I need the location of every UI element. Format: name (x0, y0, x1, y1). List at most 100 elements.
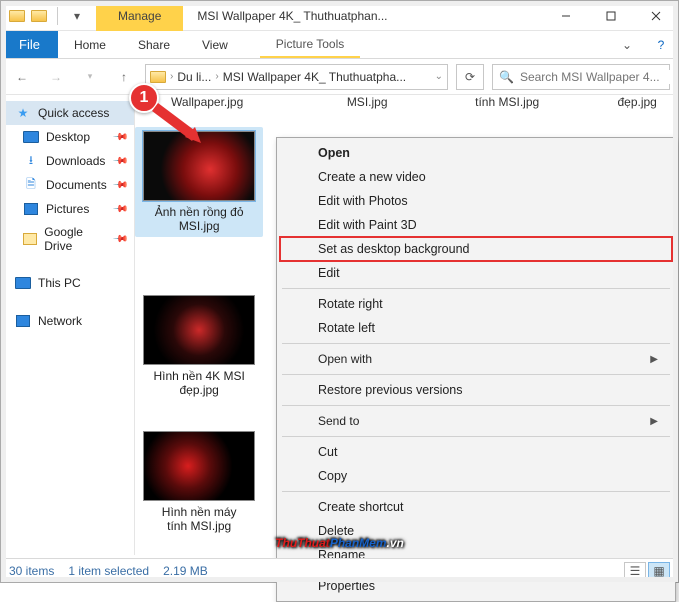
context-menu-create-shortcut[interactable]: Create shortcut (280, 495, 672, 519)
view-thumbnails-button[interactable]: ▦ (648, 562, 670, 580)
contextual-tab-header: Manage (96, 1, 183, 31)
file-label: Ảnh nền rồng đỏ MSI.jpg (139, 205, 259, 233)
ribbon-expand-icon[interactable]: ⌄ (610, 31, 644, 58)
chevron-right-icon: ▶ (650, 354, 658, 365)
sidebar-item-documents[interactable]: 🗎 Documents 📌 (1, 173, 134, 197)
context-menu-edit[interactable]: Edit (280, 261, 672, 285)
context-menu-send-to[interactable]: Send to▶ (280, 409, 672, 433)
address-bar[interactable]: › Du li... › MSI Wallpaper 4K_ Thuthuatp… (145, 64, 448, 90)
context-menu-separator (282, 405, 670, 406)
sidebar-item-label: This PC (38, 276, 81, 290)
pin-icon: 📌 (112, 177, 129, 194)
sidebar-quick-access[interactable]: ★ Quick access (1, 101, 134, 125)
file-thumbnail (143, 295, 255, 365)
tab-share[interactable]: Share (122, 31, 186, 58)
sidebar-item-network[interactable]: Network (1, 309, 134, 333)
status-selection-count: 1 item selected (68, 564, 149, 578)
downloads-icon: ⭳ (23, 153, 39, 169)
pin-icon: 📌 (112, 129, 129, 146)
sidebar-item-this-pc[interactable]: This PC (1, 271, 134, 295)
address-bar-row: ← → ▾ ↑ › Du li... › MSI Wallpaper 4K_ T… (1, 59, 678, 95)
context-menu-separator (282, 436, 670, 437)
file-item[interactable]: Hình nền máy tính MSI.jpg (135, 431, 263, 533)
chevron-right-icon: ▶ (650, 416, 658, 427)
minimize-button[interactable] (543, 1, 588, 31)
this-pc-icon (15, 277, 31, 289)
chevron-right-icon[interactable]: › (215, 71, 218, 82)
sidebar-item-label: Google Drive (44, 225, 106, 253)
search-icon: 🔍 (499, 70, 514, 84)
context-menu-restore-versions[interactable]: Restore previous versions (280, 378, 672, 402)
context-menu-edit-paint3d[interactable]: Edit with Paint 3D (280, 213, 672, 237)
context-menu-open-with[interactable]: Open with▶ (280, 347, 672, 371)
ribbon: File Home Share View Picture Tools ⌄ ? (1, 31, 678, 59)
pin-icon: 📌 (112, 201, 129, 218)
folder-icon (31, 10, 47, 22)
context-menu-copy[interactable]: Copy (280, 464, 672, 488)
context-menu-create-video[interactable]: Create a new video (280, 165, 672, 189)
sidebar-item-google-drive[interactable]: Google Drive 📌 (1, 221, 134, 257)
sidebar-item-label: Pictures (46, 202, 89, 216)
breadcrumb[interactable]: MSI Wallpaper 4K_ Thuthuatpha... (223, 70, 406, 84)
quick-access-toolbar: ▾ (1, 7, 86, 25)
sidebar-item-label: Desktop (46, 130, 90, 144)
file-label[interactable]: tính MSI.jpg (447, 95, 567, 109)
context-menu-separator (282, 288, 670, 289)
chevron-right-icon[interactable]: › (170, 71, 173, 82)
refresh-button[interactable]: ⟳ (456, 64, 484, 90)
window-title: MSI Wallpaper 4K_ Thuthuatphan... (183, 9, 543, 23)
status-selection-size: 2.19 MB (163, 564, 208, 578)
navigation-pane: ★ Quick access Desktop 📌 ⭳ Downloads 📌 🗎… (1, 95, 135, 555)
annotation-arrow (149, 101, 209, 151)
qat-dropdown-icon[interactable]: ▾ (68, 7, 86, 25)
sidebar-item-label: Quick access (38, 106, 109, 120)
tab-view[interactable]: View (186, 31, 244, 58)
nav-up-button[interactable]: ↑ (111, 64, 137, 90)
file-label[interactable]: đẹp.jpg (577, 95, 679, 109)
file-label: Hình nền 4K MSI đẹp.jpg (139, 369, 259, 397)
chevron-down-icon[interactable]: ⌄ (435, 71, 443, 82)
search-input[interactable] (520, 70, 675, 84)
folder-icon (150, 71, 166, 83)
tab-home[interactable]: Home (58, 31, 122, 58)
file-item[interactable]: Hình nền 4K MSI đẹp.jpg (135, 295, 263, 397)
pictures-icon (24, 203, 38, 215)
breadcrumb[interactable]: Du li... (177, 70, 211, 84)
file-row-labels: Wallpaper.jpg MSI.jpg tính MSI.jpg đẹp.j… (141, 95, 679, 113)
context-menu-rotate-right[interactable]: Rotate right (280, 292, 672, 316)
watermark: ThuThuatPhanMem.vn (275, 523, 404, 554)
file-label[interactable]: MSI.jpg (307, 95, 427, 109)
context-menu-open[interactable]: Open (280, 141, 672, 165)
sidebar-item-label: Downloads (46, 154, 105, 168)
documents-icon: 🗎 (23, 177, 39, 193)
context-menu-cut[interactable]: Cut (280, 440, 672, 464)
nav-forward-button[interactable]: → (43, 64, 69, 90)
network-icon (16, 315, 30, 327)
sidebar-item-label: Network (38, 314, 82, 328)
sidebar-item-downloads[interactable]: ⭳ Downloads 📌 (1, 149, 134, 173)
nav-back-button[interactable]: ← (9, 64, 35, 90)
sidebar-item-pictures[interactable]: Pictures 📌 (1, 197, 134, 221)
search-box[interactable]: 🔍 (492, 64, 670, 90)
context-menu-edit-photos[interactable]: Edit with Photos (280, 189, 672, 213)
context-menu-rotate-left[interactable]: Rotate left (280, 316, 672, 340)
context-menu-separator (282, 343, 670, 344)
status-item-count: 30 items (9, 564, 54, 578)
tab-picture-tools[interactable]: Picture Tools (260, 31, 360, 58)
file-thumbnail (143, 431, 255, 501)
nav-recent-icon[interactable]: ▾ (77, 64, 103, 90)
titlebar: ▾ Manage MSI Wallpaper 4K_ Thuthuatphan.… (1, 1, 678, 31)
context-menu-set-desktop-background[interactable]: Set as desktop background (280, 237, 672, 261)
pin-icon: 📌 (112, 231, 129, 248)
divider (57, 7, 58, 25)
star-icon: ★ (15, 105, 31, 121)
google-drive-icon (23, 233, 37, 245)
view-details-button[interactable]: ☰ (624, 562, 646, 580)
help-icon[interactable]: ? (644, 31, 678, 58)
status-bar: 30 items 1 item selected 2.19 MB ☰ ▦ (1, 558, 678, 582)
sidebar-item-desktop[interactable]: Desktop 📌 (1, 125, 134, 149)
context-menu-separator (282, 491, 670, 492)
close-button[interactable] (633, 1, 678, 31)
file-tab[interactable]: File (1, 31, 58, 58)
maximize-button[interactable] (588, 1, 633, 31)
